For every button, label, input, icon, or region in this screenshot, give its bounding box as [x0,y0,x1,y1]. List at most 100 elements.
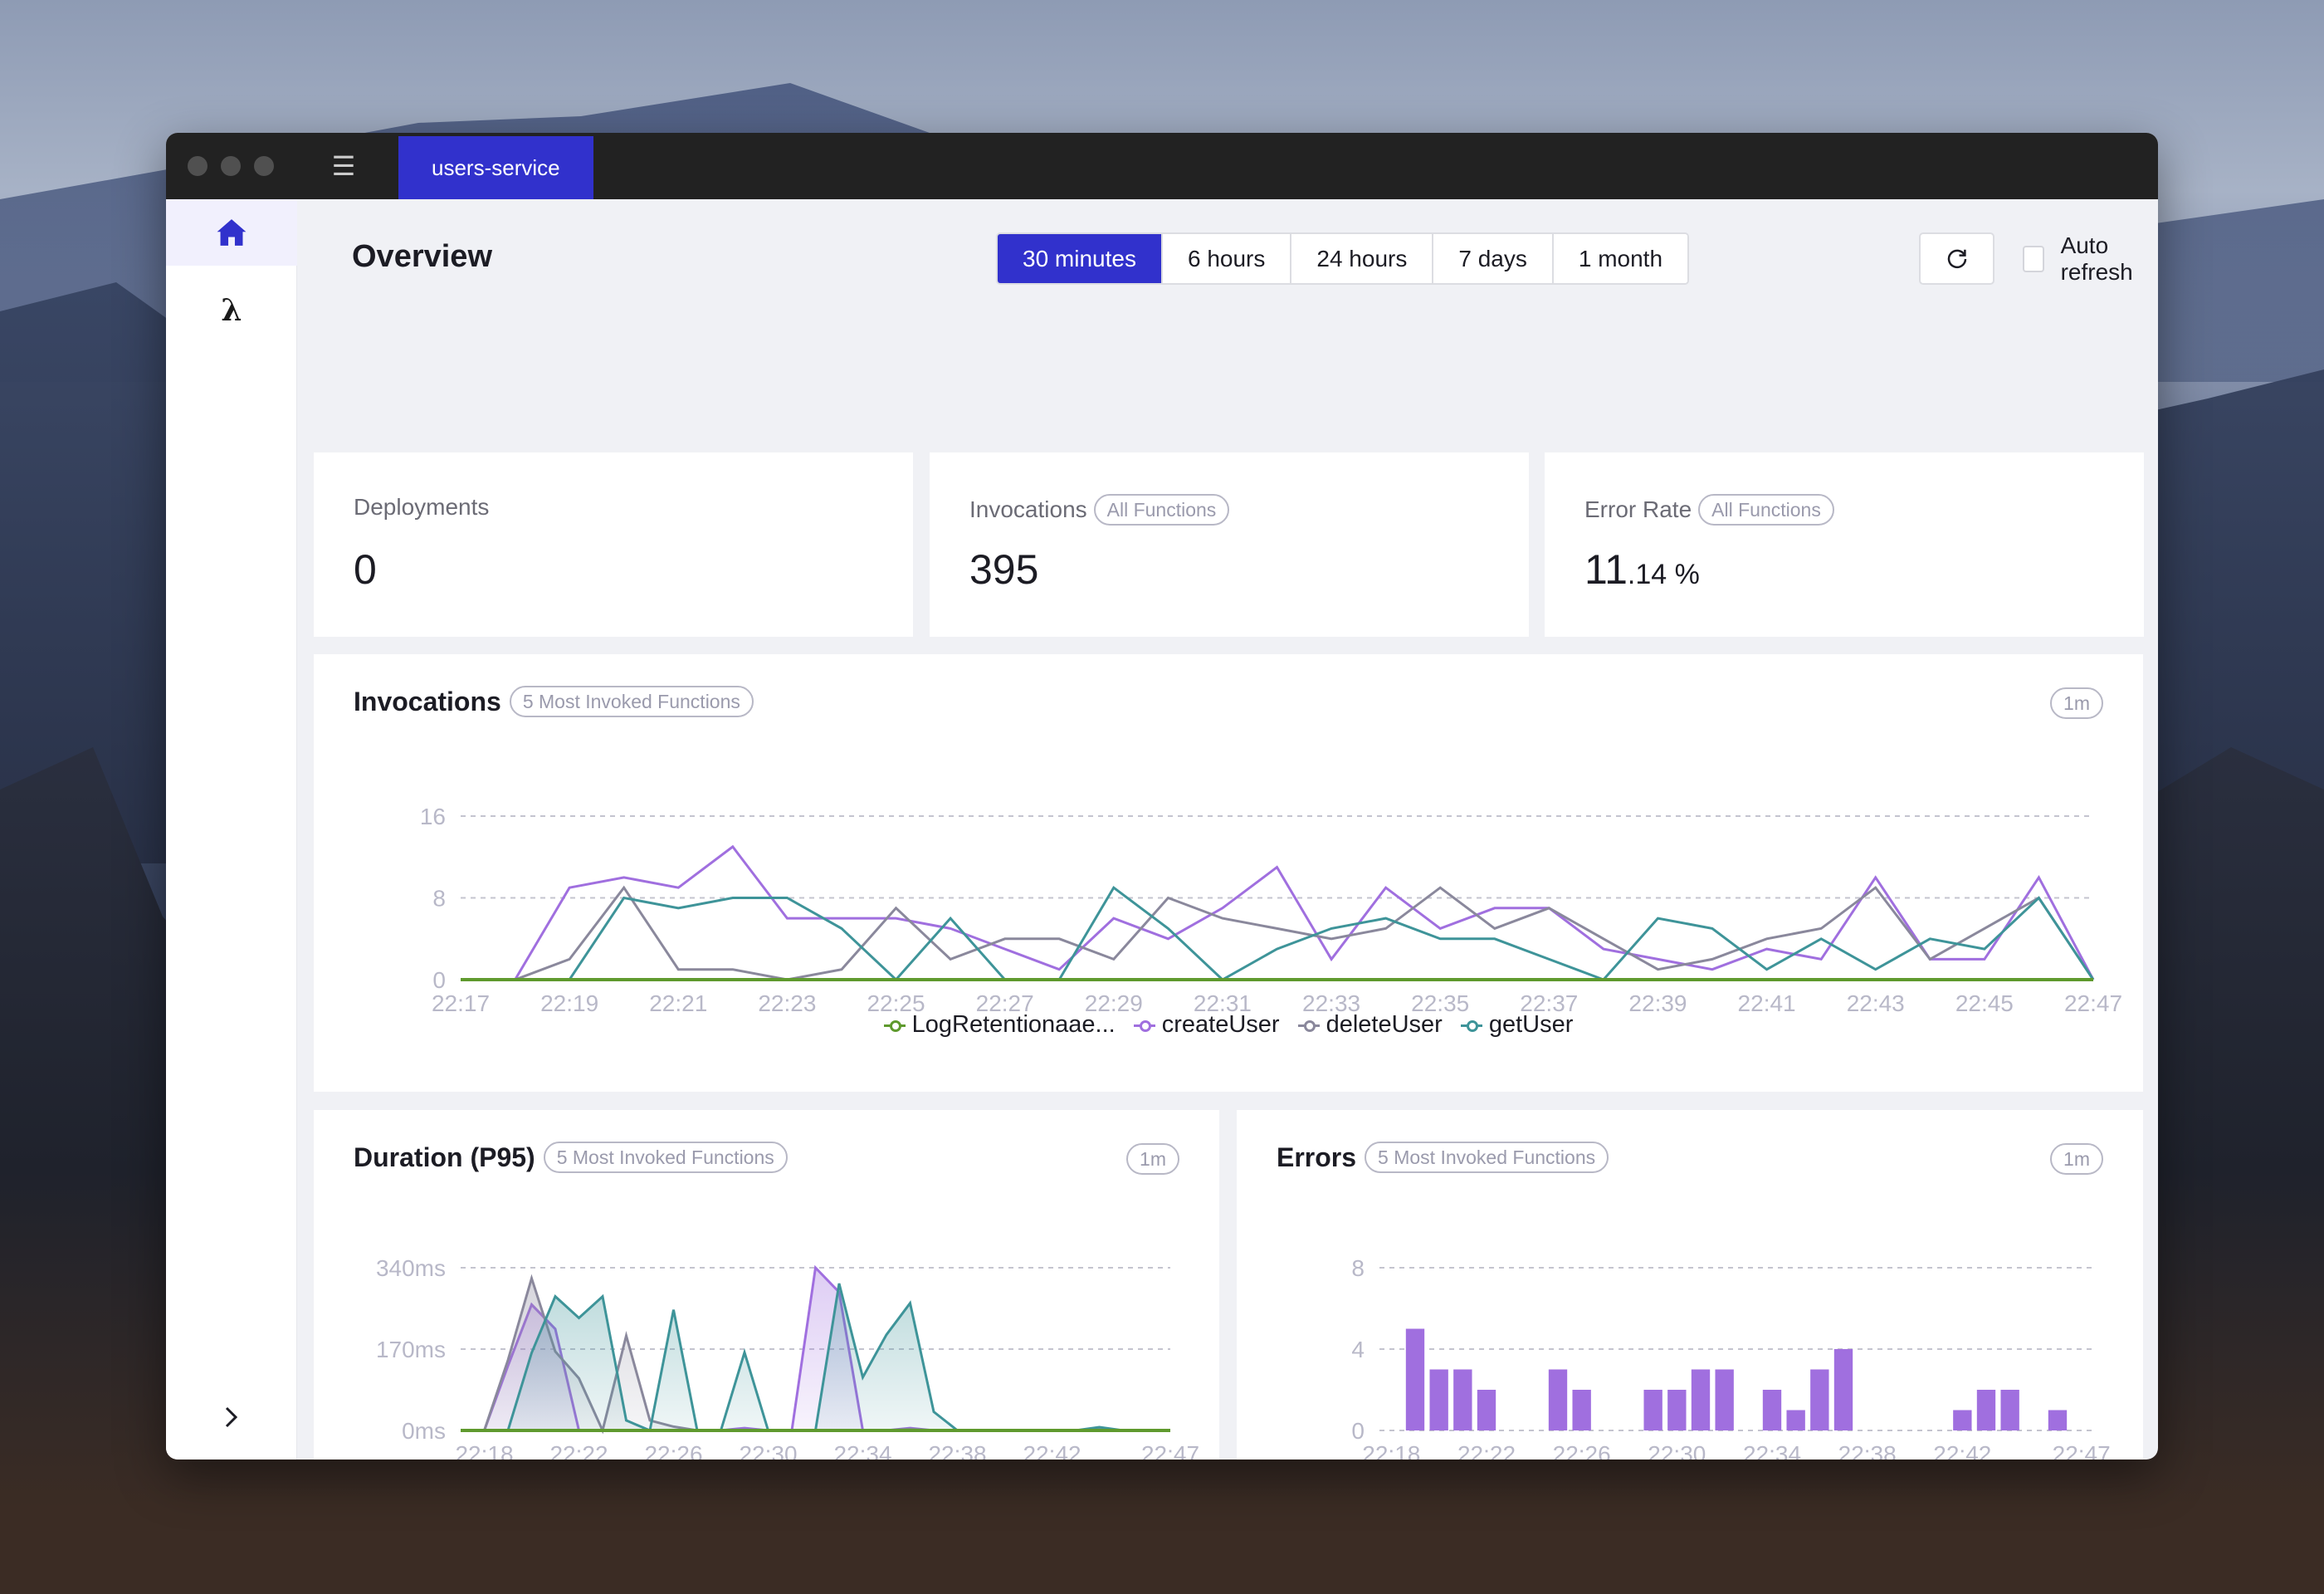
x-tick-label: 22:42 [1933,1441,1991,1460]
bar-createuser [1477,1390,1496,1430]
all-functions-badge: All Functions [1698,494,1834,526]
legend-swatch-icon [1297,1019,1320,1032]
range-6-hours-button[interactable]: 6 hours [1160,234,1291,283]
bar-createuser [1976,1390,1996,1430]
x-tick-label: 22:26 [1553,1441,1611,1460]
interval-badge[interactable]: 1m [2050,687,2103,719]
legend-swatch-icon [883,1019,906,1032]
legend-label: createUser [1161,1011,1280,1038]
invocations-panel-title: Invocations [354,686,501,716]
refresh-button[interactable] [1919,232,1994,285]
all-functions-badge: All Functions [1093,494,1230,526]
legend-item-getuser[interactable]: getUser [1460,1011,1573,1039]
bar-createuser [1953,1410,1972,1430]
bar-createuser [1429,1369,1448,1430]
bar-createuser [1786,1410,1805,1430]
x-tick-label: 22:34 [1743,1441,1801,1460]
error-rate-decimal: .14 [1627,559,1667,590]
x-tick-label: 22:22 [549,1441,608,1460]
app-window: ☰ users-service λ Overview 30 minutes 6 … [166,133,2158,1460]
invocations-label: Invocations [969,496,1087,522]
x-tick-label: 22:18 [455,1441,513,1460]
legend-swatch-icon [1460,1019,1482,1032]
legend-item-deleteuser[interactable]: deleteUser [1297,1011,1443,1039]
range-1-month-button[interactable]: 1 month [1551,234,1688,283]
invocations-panel-header: Invocations 5 Most Invoked Functions [354,686,754,717]
maximize-window-button[interactable] [254,156,274,176]
deployments-value: 0 [354,546,377,593]
main-content: Overview 30 minutes 6 hours 24 hours 7 d… [297,199,2158,1460]
deployments-card: Deployments 0 [314,452,913,637]
sidebar-item-functions[interactable]: λ [166,266,297,355]
home-icon [217,219,247,246]
deployments-label: Deployments [354,494,490,520]
hamburger-menu-icon[interactable]: ☰ [327,153,360,179]
error-rate-label-row: Error Rate All Functions [1584,494,1834,526]
y-tick-label: 170ms [376,1337,446,1362]
x-tick-label: 22:26 [644,1441,702,1460]
legend-item-logretentionaae[interactable]: LogRetentionaae... [883,1011,1116,1039]
bar-createuser [1453,1369,1472,1430]
chevron-right-icon [225,1406,238,1428]
errors-panel-title: Errors [1277,1142,1357,1172]
range-30-minutes-button[interactable]: 30 minutes [998,234,1161,283]
auto-refresh-toggle: Auto refresh [2023,232,2158,285]
error-rate-integer: 11 [1584,546,1628,593]
sidebar-item-home[interactable] [166,199,297,266]
bar-createuser [1667,1390,1687,1430]
x-tick-label: 22:42 [1023,1441,1081,1460]
duration-chart: 0ms 170ms 340ms 22:18 22:22 22:26 22:30 22:34 22… [376,1255,1199,1460]
legend-swatch-icon [1133,1019,1155,1032]
series-line-createuser [461,844,2095,981]
error-rate-label: Error Rate [1584,496,1692,522]
error-rate-unit: % [1667,559,1700,590]
legend-item-createuser[interactable]: createUser [1133,1011,1280,1039]
range-24-hours-button[interactable]: 24 hours [1290,234,1433,283]
app-tab-users-service[interactable]: users-service [398,136,593,199]
page-title: Overview [352,239,492,274]
auto-refresh-checkbox[interactable] [2023,245,2044,272]
bar-createuser [1691,1369,1711,1430]
interval-badge[interactable]: 1m [2050,1143,2103,1175]
duration-panel: Duration (P95) 5 Most Invoked Functions … [314,1110,1219,1460]
series-line-deleteuser [461,885,2095,981]
bar-createuser [1715,1369,1734,1430]
sidebar: λ [166,199,297,1460]
title-bar: ☰ users-service [166,133,2158,199]
bar-createuser [1643,1390,1662,1430]
errors-panel-header: Errors 5 Most Invoked Functions [1277,1142,1609,1173]
invocations-legend: LogRetentionaae... createUser deleteUser ge… [314,1011,2143,1039]
most-invoked-badge: 5 Most Invoked Functions [1365,1142,1609,1173]
most-invoked-badge: 5 Most Invoked Functions [543,1142,788,1173]
series-line-getuser [461,885,2095,982]
invocations-panel: Invocations 5 Most Invoked Functions 1m … [314,654,2143,1092]
bar-createuser [2000,1390,2019,1430]
y-tick-label: 4 [1351,1337,1365,1362]
auto-refresh-label: Auto refresh [2060,232,2133,285]
minimize-window-button[interactable] [221,156,241,176]
x-tick-label: 22:47 [1141,1441,1199,1460]
sidebar-expand-button[interactable] [166,1396,297,1438]
y-tick-label: 0 [1351,1418,1365,1444]
deployments-label-row: Deployments [354,494,489,521]
most-invoked-badge: 5 Most Invoked Functions [509,686,754,717]
x-tick-label: 22:30 [1648,1441,1706,1460]
x-tick-label: 22:47 [2053,1441,2111,1460]
interval-badge[interactable]: 1m [1126,1143,1179,1175]
errors-panel: Errors 5 Most Invoked Functions 1m 0 4 8 22… [1237,1110,2143,1460]
error-rate-value: 11.14 % [1584,545,1700,594]
duration-panel-title: Duration (P95) [354,1142,535,1172]
x-tick-label: 22:38 [1838,1441,1897,1460]
range-7-days-button[interactable]: 7 days [1432,234,1552,283]
errors-chart: 0 4 8 22:18 22:22 22:26 22:30 22:34 22:38 22:42 22… [1351,1255,2111,1460]
bar-createuser [2048,1410,2068,1430]
close-window-button[interactable] [188,156,208,176]
refresh-icon [1947,249,1966,268]
bar-createuser [1810,1369,1829,1430]
x-tick-label: 22:30 [739,1441,797,1460]
lambda-icon: λ [221,293,242,328]
invocations-value: 395 [969,546,1039,593]
invocations-label-row: Invocations All Functions [969,494,1230,526]
error-rate-card: Error Rate All Functions 11.14 % [1545,452,2144,637]
x-tick-label: 22:38 [928,1441,986,1460]
